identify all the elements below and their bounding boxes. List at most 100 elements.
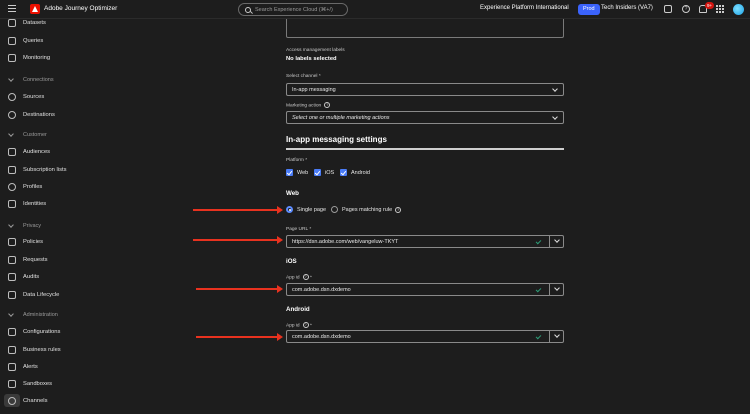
nav-item-sources[interactable]: Sources xyxy=(8,91,44,103)
feedback-icon[interactable] xyxy=(664,5,672,13)
ios-app-id-combobox[interactable]: com.adobe.dsn.dxdemo xyxy=(286,283,564,296)
nav-item-identities[interactable]: Identities xyxy=(8,198,46,210)
nav-label: Destinations xyxy=(23,112,55,118)
audits-icon xyxy=(8,273,16,281)
policies-icon xyxy=(8,238,16,246)
android-app-id-combobox[interactable]: com.adobe.dsn.dxdemo xyxy=(286,330,564,343)
nav-item-channels[interactable]: Channels xyxy=(8,395,48,407)
page-url-value[interactable]: https://dsn.adobe.com/web/vangeluw-TKYT xyxy=(287,239,536,245)
section-title: Customer xyxy=(23,132,47,138)
radio-unselected-icon xyxy=(331,206,338,213)
alerts-icon xyxy=(8,363,16,371)
notification-count-badge: 9+ xyxy=(705,2,715,9)
platform-label: Platform * xyxy=(286,158,307,163)
checkbox-checked-icon xyxy=(314,169,321,176)
chevron-down-icon[interactable] xyxy=(549,330,563,343)
nav-item-audiences[interactable]: Audiences xyxy=(8,146,50,158)
nav-section-customer[interactable]: Customer xyxy=(8,130,47,140)
top-bar: Adobe Journey Optimizer Experience Platf… xyxy=(0,0,750,19)
description-textarea[interactable] xyxy=(286,19,564,38)
ios-app-id-value[interactable]: com.adobe.dsn.dxdemo xyxy=(287,287,536,293)
checkbox-label: Web xyxy=(297,169,309,176)
info-icon[interactable]: ? xyxy=(395,206,402,213)
info-icon[interactable]: ? xyxy=(302,274,309,280)
nav-label: Policies xyxy=(23,239,43,245)
label-text: Select channel xyxy=(286,74,318,79)
nav-label: Subscription lists xyxy=(23,167,67,173)
nav-item-destinations[interactable]: Destinations xyxy=(8,109,55,121)
nav-section-privacy[interactable]: Privacy xyxy=(8,221,41,231)
checkbox-checked-icon xyxy=(340,169,347,176)
nav-label: Profiles xyxy=(23,184,43,190)
nav-item-profiles[interactable]: Profiles xyxy=(8,181,42,193)
configurations-icon xyxy=(8,328,16,336)
platform-checkbox-android[interactable]: Android xyxy=(340,169,370,176)
label-text: Platform xyxy=(286,158,304,163)
radio-selected-icon xyxy=(286,206,293,213)
channels-icon xyxy=(8,397,16,405)
marketing-action-dropdown[interactable]: Select one or multiple marketing actions xyxy=(286,111,564,124)
nav-item-subscription-lists[interactable]: Subscription lists xyxy=(8,164,67,176)
nav-item-sandboxes[interactable]: Sandboxes xyxy=(8,378,52,390)
nav-item-requests[interactable]: Requests xyxy=(8,254,48,266)
radio-pages-matching-rule[interactable]: Pages matching rule? xyxy=(331,206,402,213)
nav-label: Requests xyxy=(23,257,48,263)
search-icon xyxy=(245,6,251,13)
access-labels-value: No labels selected xyxy=(286,56,337,62)
nav-item-business-rules[interactable]: Business rules xyxy=(8,344,61,356)
chevron-down-icon[interactable] xyxy=(549,283,563,296)
label-text: Marketing action xyxy=(286,103,322,109)
nav-label: Data Lifecycle xyxy=(23,292,60,298)
nav-section-administration[interactable]: Administration xyxy=(8,310,58,320)
search-box[interactable] xyxy=(238,3,348,16)
profiles-icon xyxy=(8,183,16,191)
label-text: Page URL xyxy=(286,227,308,232)
info-icon[interactable]: ? xyxy=(302,322,309,328)
nav-item-monitoring[interactable]: Monitoring xyxy=(8,52,50,64)
nav-item-configurations[interactable]: Configurations xyxy=(8,326,60,338)
dropdown-value: In-app messaging xyxy=(292,86,336,93)
audiences-icon xyxy=(8,148,16,156)
radio-label: Single page xyxy=(297,206,327,213)
select-channel-dropdown[interactable]: In-app messaging xyxy=(286,83,564,96)
user-avatar[interactable] xyxy=(733,4,744,15)
help-icon[interactable]: ? xyxy=(682,5,690,13)
android-app-id-value[interactable]: com.adobe.dsn.dxdemo xyxy=(287,334,536,340)
chevron-down-icon[interactable] xyxy=(549,235,563,248)
destinations-icon xyxy=(8,111,16,119)
nav-item-audits[interactable]: Audits xyxy=(8,271,39,283)
requests-icon xyxy=(8,256,16,264)
nav-label: Alerts xyxy=(23,364,38,370)
radio-single-page[interactable]: Single page xyxy=(286,206,326,213)
nav-section-connections[interactable]: Connections xyxy=(8,75,54,85)
page-url-label: Page URL * xyxy=(286,227,311,232)
section-title: Connections xyxy=(23,77,54,83)
search-input[interactable] xyxy=(255,6,345,13)
chevron-down-icon xyxy=(8,76,14,82)
app-title: Adobe Journey Optimizer xyxy=(44,5,118,12)
nav-item-alerts[interactable]: Alerts xyxy=(8,361,38,373)
info-icon[interactable]: ? xyxy=(324,102,331,108)
app-switcher-grid-icon[interactable] xyxy=(716,5,724,13)
nav-label: Audits xyxy=(23,274,40,280)
environment-badge[interactable]: Prod xyxy=(578,4,600,15)
select-channel-label: Select channel * xyxy=(286,74,321,79)
nav-item-queries[interactable]: Queries xyxy=(8,35,43,47)
label-text: App id xyxy=(286,275,300,281)
nav-item-policies[interactable]: Policies xyxy=(8,236,43,248)
nav-item-datasets[interactable]: Datasets xyxy=(8,17,46,29)
platform-checkbox-web[interactable]: Web xyxy=(286,169,308,176)
checkbox-checked-icon xyxy=(286,169,293,176)
data-lifecycle-icon xyxy=(8,291,16,299)
platform-checkbox-ios[interactable]: iOS xyxy=(314,169,334,176)
sandbox-switcher[interactable]: Tech Insiders (VA7) xyxy=(601,5,653,11)
android-heading: Android xyxy=(286,306,310,313)
nav-label: Monitoring xyxy=(23,55,51,61)
business-rules-icon xyxy=(8,346,16,354)
hamburger-menu-icon[interactable] xyxy=(8,5,16,13)
nav-item-data-lifecycle[interactable]: Data Lifecycle xyxy=(8,289,59,301)
nav-label: Datasets xyxy=(23,20,46,26)
section-divider xyxy=(286,148,564,150)
org-switcher[interactable]: Experience Platform International xyxy=(480,5,569,11)
page-url-combobox[interactable]: https://dsn.adobe.com/web/vangeluw-TKYT xyxy=(286,235,564,248)
